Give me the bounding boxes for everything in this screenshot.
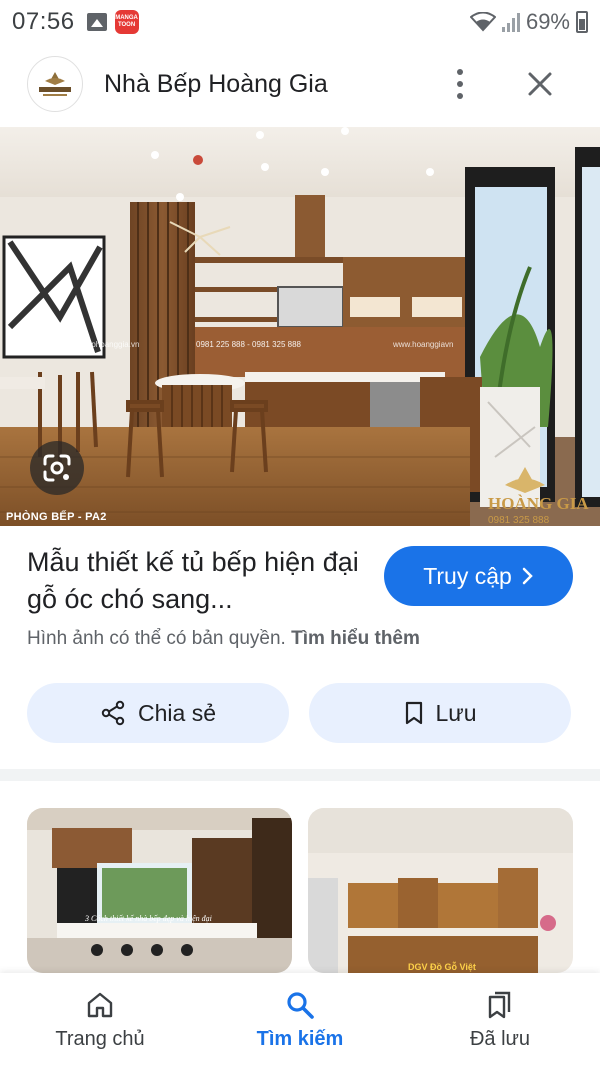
watermark-phones: 0981 225 888 - 0981 325 888 [196,340,302,349]
site-title[interactable]: Nhà Bếp Hoàng Gia [104,70,328,99]
related-overlay-text-1: 3 Cách thiết kế nhà bếp đẹp và hiện đại [84,914,212,923]
kitchen-photo: www.nhabephoanggia.vn 0981 225 888 - 098… [0,127,600,526]
nav-home-label: Trang chủ [55,1027,145,1050]
google-lens-button[interactable] [30,441,84,495]
nav-home[interactable]: Trang chủ [0,973,200,1067]
mangatoon-app-icon: MANGA TOON [114,10,139,34]
related-overlay-text-2: DGV Đồ Gỗ Việt [408,962,476,972]
gallery-icon [86,13,107,31]
section-divider [0,769,600,781]
site-logo[interactable] [27,56,83,112]
notification-icons: MANGA TOON [86,10,139,34]
save-label: Lưu [435,699,477,726]
battery-icon [576,11,588,33]
google-lens-icon [43,454,71,482]
status-bar: 07:56 MANGA TOON 69% [0,0,600,44]
share-label: Chia sẻ [138,699,216,726]
brand-phone: 0981 325 888 [488,515,550,526]
close-icon [528,72,552,96]
image-caption: PHÒNG BẾP - PA2 [6,511,107,523]
share-button[interactable]: Chia sẻ [27,683,289,743]
copyright-notice: Hình ảnh có thể có bản quyền. Tìm hiểu t… [27,628,420,650]
watermark-site: www.nhabephoanggia.vn [49,340,139,349]
result-image[interactable]: www.nhabephoanggia.vn 0981 225 888 - 098… [0,127,600,526]
nav-saved-label: Đã lưu [469,1027,531,1050]
result-header: Nhà Bếp Hoàng Gia [0,52,600,116]
result-title[interactable]: Mẫu thiết kế tủ bếp hiện đại gỗ óc chó s… [27,544,367,618]
visit-button[interactable]: Truy cập [384,546,573,606]
brand-mark: HOÀNG GIA [488,494,589,513]
signal-icon [501,12,520,32]
copyright-text: Hình ảnh có thể có bản quyền. [27,628,286,649]
more-options-button[interactable] [444,64,476,104]
share-icon [101,700,125,726]
nav-search-label: Tìm kiếm [256,1027,344,1050]
status-time: 07:56 [12,8,75,35]
chevron-right-icon [522,567,533,585]
saved-collections-icon [488,991,511,1018]
bottom-navigation: Trang chủ Tìm kiếm Đã lưu [0,973,600,1067]
related-kitchen-photo-1: 3 Cách thiết kế nhà bếp đẹp và hiện đại [27,808,292,973]
search-icon [287,991,314,1019]
related-image-1[interactable]: 3 Cách thiết kế nhà bếp đẹp và hiện đại [27,808,292,973]
hoang-gia-logo-icon [39,72,71,96]
bookmark-icon [405,701,422,725]
watermark-site-2: www.hoanggiavn [392,340,453,349]
system-icons: 69% [469,9,588,35]
battery-percent: 69% [525,9,570,34]
related-kitchen-photo-2: DGV Đồ Gỗ Việt [308,808,573,973]
home-icon [87,992,113,1017]
visit-label: Truy cập [423,562,512,589]
close-button[interactable] [520,64,560,104]
save-button[interactable]: Lưu [309,683,571,743]
more-vert-icon [457,69,463,75]
wifi-icon [469,12,496,32]
nav-saved[interactable]: Đã lưu [400,973,600,1067]
learn-more-link[interactable]: Tìm hiểu thêm [291,628,420,649]
nav-search[interactable]: Tìm kiếm [200,973,400,1067]
related-image-2[interactable]: DGV Đồ Gỗ Việt [308,808,573,973]
